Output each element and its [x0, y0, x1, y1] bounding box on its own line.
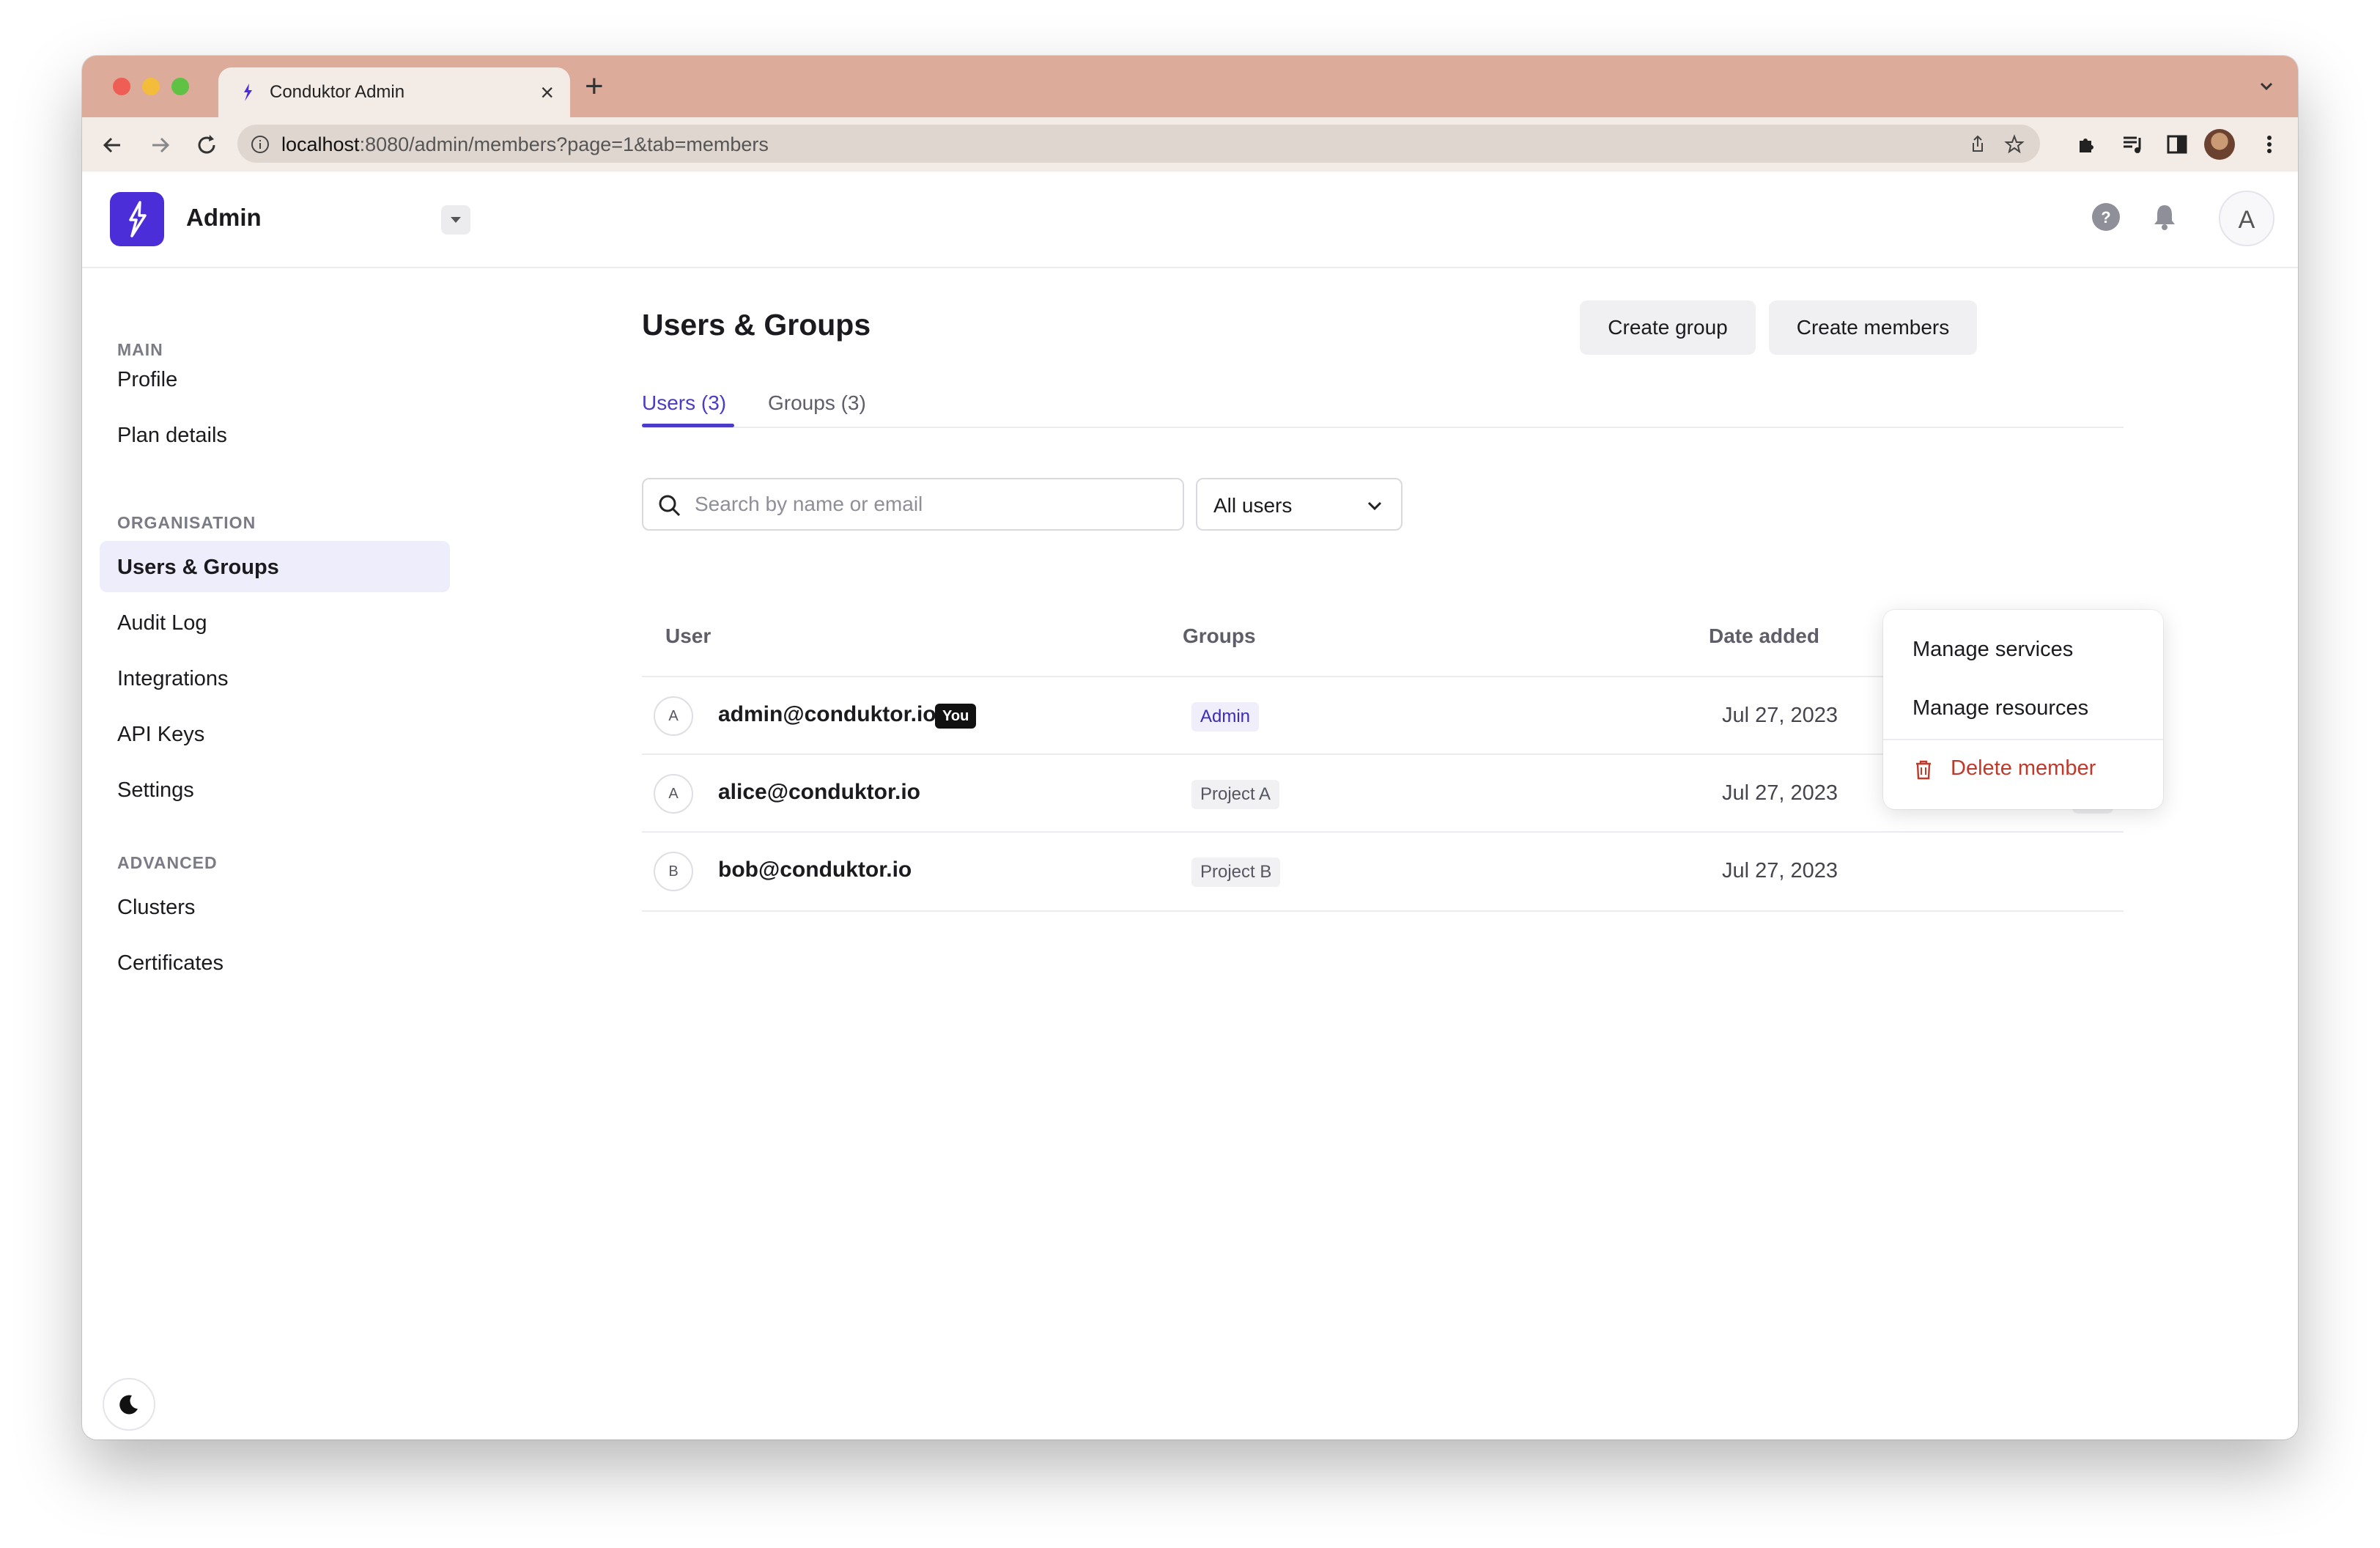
sidebar-item-users-groups[interactable]: Users & Groups: [100, 541, 450, 592]
chevron-down-icon: [1367, 501, 1382, 511]
info-icon[interactable]: [251, 135, 270, 154]
browser-tab-strip: Conduktor Admin × +: [82, 56, 2298, 117]
browser-window: Conduktor Admin × + localhost:8080/admin…: [82, 56, 2298, 1440]
trash-icon: [1916, 760, 1931, 780]
column-header-date-added[interactable]: Date added: [1709, 624, 1819, 648]
page-title: Users & Groups: [642, 308, 871, 342]
caret-down-icon: [451, 217, 461, 223]
back-icon[interactable]: [98, 130, 128, 160]
bell-icon[interactable]: [2148, 201, 2181, 233]
sidebar-item-api-keys[interactable]: API Keys: [100, 708, 450, 759]
sidebar: MAIN Profile Plan details ORGANISATION U…: [82, 268, 463, 1440]
group-chip: Admin: [1191, 702, 1260, 731]
table-row: B bob@conduktor.io Project B Jul 27, 202…: [642, 831, 2124, 912]
extensions-icon[interactable]: [2074, 132, 2099, 157]
theme-toggle-button[interactable]: [103, 1378, 155, 1431]
moon-icon: [119, 1395, 138, 1415]
svg-text:?: ?: [2101, 208, 2110, 226]
sidebar-section-advanced: ADVANCED: [117, 853, 218, 872]
date-added: Jul 27, 2023: [1722, 859, 1838, 882]
menu-item-manage-resources[interactable]: Manage resources: [1883, 680, 2163, 737]
browser-toolbar: localhost:8080/admin/members?page=1&tab=…: [82, 117, 2298, 173]
app-switcher-button[interactable]: [441, 205, 470, 235]
you-badge: You: [935, 704, 977, 729]
tab-bar: Users (3) Groups (3): [642, 383, 2124, 428]
media-icon[interactable]: [2121, 132, 2146, 157]
app-header: Admin ? A: [82, 172, 2298, 268]
address-bar[interactable]: localhost:8080/admin/members?page=1&tab=…: [237, 125, 2040, 163]
date-added: Jul 27, 2023: [1722, 704, 1838, 727]
search-icon: [659, 495, 681, 517]
sidebar-item-plan-details[interactable]: Plan details: [100, 409, 450, 460]
avatar: A: [654, 774, 693, 814]
main-content: Users & Groups Create group Create membe…: [463, 268, 2298, 1440]
share-icon[interactable]: [1967, 133, 1989, 155]
browser-tab-title: Conduktor Admin: [270, 82, 405, 102]
conduktor-favicon-icon: [244, 84, 252, 101]
reload-icon[interactable]: [192, 130, 221, 160]
new-tab-icon[interactable]: +: [585, 69, 604, 104]
group-chip: Project A: [1191, 780, 1280, 809]
column-header-groups: Groups: [1183, 624, 1256, 647]
column-header-user: User: [665, 624, 712, 647]
search-input[interactable]: [695, 490, 1164, 519]
more-vertical-icon[interactable]: [2257, 132, 2282, 157]
maximize-window-button[interactable]: [171, 78, 189, 95]
close-tab-icon[interactable]: ×: [540, 78, 554, 107]
star-icon[interactable]: [2003, 133, 2025, 155]
sidebar-item-clusters[interactable]: Clusters: [100, 881, 450, 932]
help-icon[interactable]: ?: [2090, 201, 2122, 233]
sidebar-item-settings[interactable]: Settings: [100, 764, 450, 815]
sidebar-item-integrations[interactable]: Integrations: [100, 652, 450, 704]
date-added: Jul 27, 2023: [1722, 781, 1838, 805]
sidebar-section-organisation: ORGANISATION: [117, 513, 256, 532]
sidebar-item-audit-log[interactable]: Audit Log: [100, 597, 450, 648]
avatar: A: [654, 696, 693, 736]
search-field[interactable]: [642, 478, 1184, 531]
tab-search-chevron-icon[interactable]: [2255, 75, 2277, 97]
minimize-window-button[interactable]: [142, 78, 160, 95]
close-window-button[interactable]: [113, 78, 130, 95]
menu-item-manage-services[interactable]: Manage services: [1883, 622, 2163, 679]
sidebar-icon[interactable]: [2165, 132, 2189, 157]
app-name: Admin: [186, 204, 262, 231]
forward-icon[interactable]: [145, 130, 174, 160]
user-avatar[interactable]: A: [2219, 191, 2274, 246]
user-email: alice@conduktor.io: [718, 780, 920, 804]
browser-tab[interactable]: Conduktor Admin ×: [218, 67, 570, 117]
sidebar-item-certificates[interactable]: Certificates: [100, 937, 450, 988]
user-email: admin@conduktor.io: [718, 702, 936, 726]
user-filter-select[interactable]: All users: [1196, 478, 1402, 531]
tab-users[interactable]: Users (3): [642, 391, 726, 415]
group-chip: Project B: [1191, 858, 1281, 887]
avatar: B: [654, 852, 693, 891]
conduktor-logo[interactable]: [110, 192, 164, 246]
user-filter-value: All users: [1213, 494, 1293, 517]
create-group-button[interactable]: Create group: [1580, 301, 1756, 355]
row-actions-menu: Manage services Manage resources Delete …: [1883, 610, 2163, 809]
active-tab-indicator: [642, 424, 734, 427]
sidebar-item-profile[interactable]: Profile: [100, 353, 450, 405]
tab-groups[interactable]: Groups (3): [768, 391, 866, 415]
conduktor-logo-icon: [129, 201, 147, 237]
user-email: bob@conduktor.io: [718, 858, 912, 882]
create-members-button[interactable]: Create members: [1769, 301, 1977, 355]
menu-item-delete-member[interactable]: Delete member: [1883, 740, 2163, 797]
browser-profile-avatar[interactable]: [2204, 129, 2235, 160]
address-url: localhost:8080/admin/members?page=1&tab=…: [281, 133, 769, 155]
